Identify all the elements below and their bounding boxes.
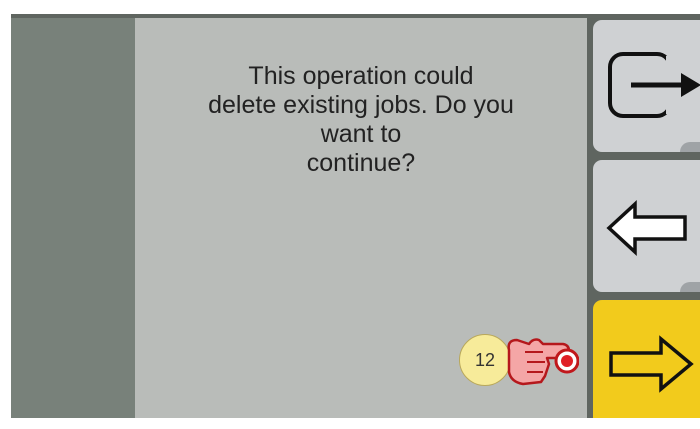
dialog-message-line: This operation could [248,62,474,90]
left-bar [11,18,135,418]
dialog-message: This operation could delete existing job… [135,62,587,178]
step-callout: 12 [459,330,579,400]
next-button[interactable] [593,300,700,418]
device-frame: This operation could delete existing job… [0,0,700,429]
exit-button[interactable] [593,20,700,152]
dialog-message-line: want to [320,120,402,148]
arrow-right-icon [609,335,694,393]
back-button[interactable] [593,160,700,292]
tap-hand-icon [507,338,579,386]
dialog-message-line: delete existing jobs. Do you [208,91,514,119]
exit-icon [608,52,700,118]
device-screen: This operation could delete existing job… [11,14,700,418]
dialog-message-line: continue? [306,149,416,177]
arrow-left-icon [606,200,687,256]
